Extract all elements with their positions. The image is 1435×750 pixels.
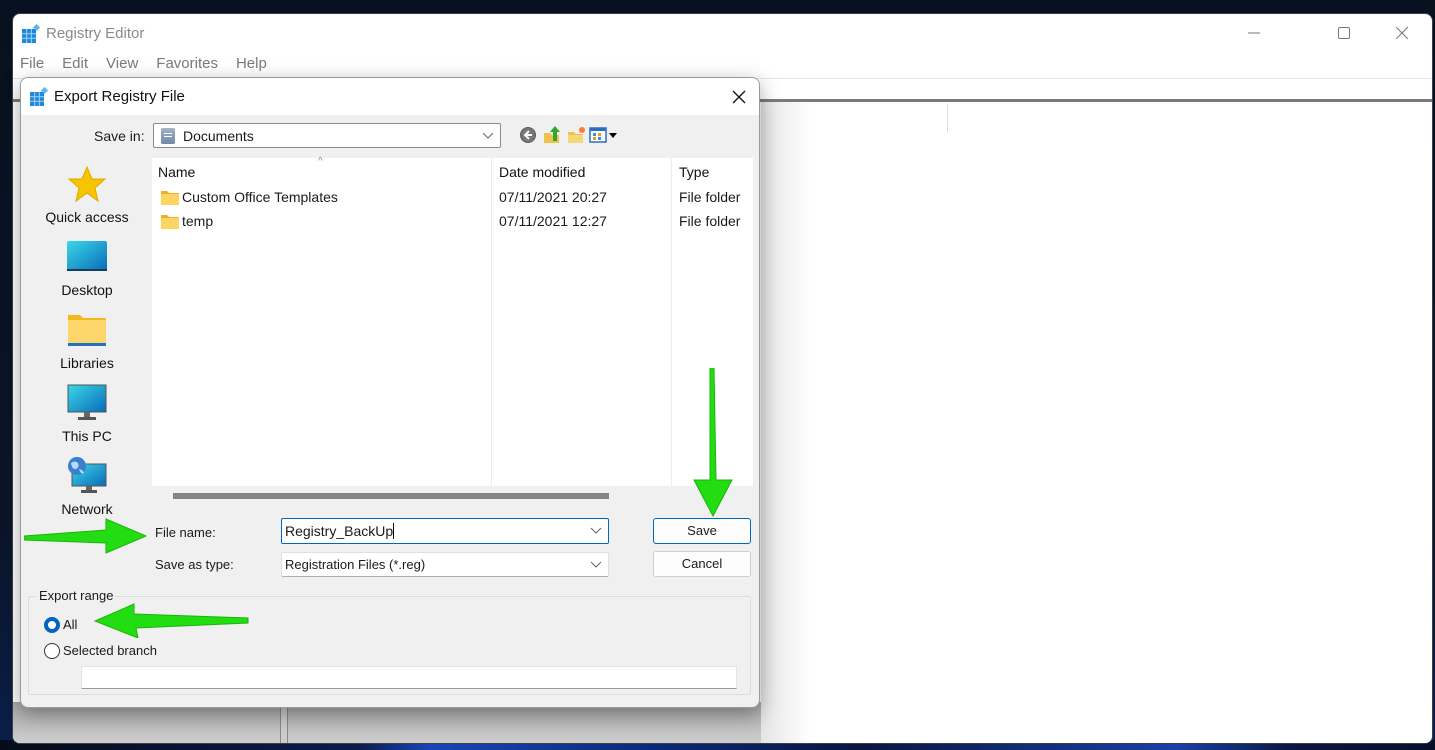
dialog-title-bar: Export Registry File	[21, 78, 759, 115]
menu-bar: File Edit View Favorites Help	[13, 54, 285, 78]
annotation-arrow-right	[24, 518, 148, 554]
column-header-name[interactable]: Name	[158, 164, 195, 180]
file-name-label: File name:	[155, 525, 216, 540]
place-this-pc[interactable]: This PC	[24, 383, 150, 444]
file-row[interactable]: Custom Office Templates 07/11/2021 20:27…	[152, 186, 753, 210]
file-name-text: Registry_BackUp	[285, 523, 394, 539]
window-title: Registry Editor	[46, 25, 145, 42]
column-header-type[interactable]: Type	[679, 164, 709, 180]
close-icon	[1396, 27, 1408, 39]
maximize-button[interactable]	[1321, 20, 1367, 46]
selected-branch-input[interactable]	[81, 666, 737, 689]
save-in-value: Documents	[183, 128, 254, 144]
column-divider[interactable]	[947, 104, 948, 132]
libraries-folder-icon	[68, 315, 106, 346]
column-header-date[interactable]: Date modified	[499, 164, 585, 180]
dialog-shadow	[761, 102, 811, 743]
place-label: Network	[61, 501, 113, 517]
chevron-down-icon[interactable]	[590, 523, 602, 537]
save-in-dropdown[interactable]: Documents	[153, 123, 501, 148]
menu-help[interactable]: Help	[236, 54, 267, 78]
save-as-type-label: Save as type:	[155, 557, 234, 572]
place-label: This PC	[62, 428, 112, 444]
radio-all[interactable]	[44, 617, 60, 633]
place-desktop[interactable]: Desktop	[24, 237, 150, 298]
dialog-shadow	[13, 702, 761, 743]
file-type: File folder	[679, 213, 741, 229]
file-name-input[interactable]: Registry_BackUp	[281, 518, 609, 544]
minimize-button[interactable]	[1231, 20, 1277, 46]
cancel-button[interactable]: Cancel	[653, 551, 751, 577]
places-bar: Quick access Desktop Libraries This PC N…	[24, 158, 150, 571]
place-network[interactable]: Network	[24, 456, 150, 517]
file-date: 07/11/2021 20:27	[499, 189, 607, 205]
radio-all-label[interactable]: All	[63, 617, 77, 632]
save-in-label: Save in:	[94, 128, 145, 144]
new-folder-button[interactable]	[566, 125, 586, 145]
file-type: File folder	[679, 189, 741, 205]
radio-selected-branch-label[interactable]: Selected branch	[63, 643, 157, 658]
pane-splitter[interactable]	[280, 707, 288, 743]
menu-view[interactable]: View	[106, 54, 138, 78]
title-bar: Registry Editor	[13, 14, 1432, 54]
file-list[interactable]: ^ Name Date modified Type Custom Office …	[152, 156, 753, 486]
file-name: Custom Office Templates	[182, 189, 338, 205]
place-label: Libraries	[60, 355, 114, 371]
star-icon	[67, 165, 107, 203]
close-icon	[732, 90, 746, 104]
radio-selected-branch[interactable]	[44, 643, 60, 659]
sort-ascending-icon: ^	[318, 156, 323, 167]
registry-editor-icon	[22, 24, 41, 43]
back-button[interactable]	[518, 125, 538, 145]
menu-favorites[interactable]: Favorites	[156, 54, 218, 78]
annotation-arrow-down	[693, 368, 733, 518]
desktop-icon	[67, 241, 107, 271]
save-button[interactable]: Save	[653, 518, 751, 544]
text-caret	[393, 523, 395, 539]
save-as-type-value: Registration Files (*.reg)	[285, 557, 426, 572]
view-menu-button[interactable]	[589, 125, 619, 145]
export-range-legend: Export range	[37, 588, 116, 603]
annotation-arrow-left	[94, 603, 249, 638]
horizontal-scrollbar[interactable]	[173, 493, 609, 499]
file-row[interactable]: temp 07/11/2021 12:27 File folder	[152, 210, 753, 234]
menu-edit[interactable]: Edit	[62, 54, 88, 78]
documents-icon	[161, 128, 175, 144]
file-date: 07/11/2021 12:27	[499, 213, 607, 229]
place-label: Desktop	[61, 282, 113, 298]
place-quick-access[interactable]: Quick access	[24, 164, 150, 225]
chevron-down-icon	[590, 561, 602, 568]
dialog-close-button[interactable]	[719, 84, 759, 110]
menu-file[interactable]: File	[20, 54, 44, 78]
maximize-icon	[1338, 27, 1350, 39]
folder-icon	[161, 215, 179, 229]
monitor-icon	[67, 384, 107, 420]
save-as-type-dropdown[interactable]: Registration Files (*.reg)	[281, 552, 609, 577]
registry-editor-icon	[30, 87, 49, 106]
up-one-level-button[interactable]	[542, 125, 562, 145]
place-libraries[interactable]: Libraries	[24, 310, 150, 371]
folder-icon	[161, 191, 179, 205]
close-button[interactable]	[1379, 20, 1425, 46]
place-label: Quick access	[45, 209, 129, 225]
network-icon	[68, 457, 107, 493]
file-name: temp	[182, 213, 214, 229]
dialog-title: Export Registry File	[54, 88, 185, 105]
file-name-value: Registry_BackUp	[285, 523, 395, 539]
chevron-down-icon	[482, 132, 494, 139]
minimize-icon	[1248, 32, 1260, 34]
